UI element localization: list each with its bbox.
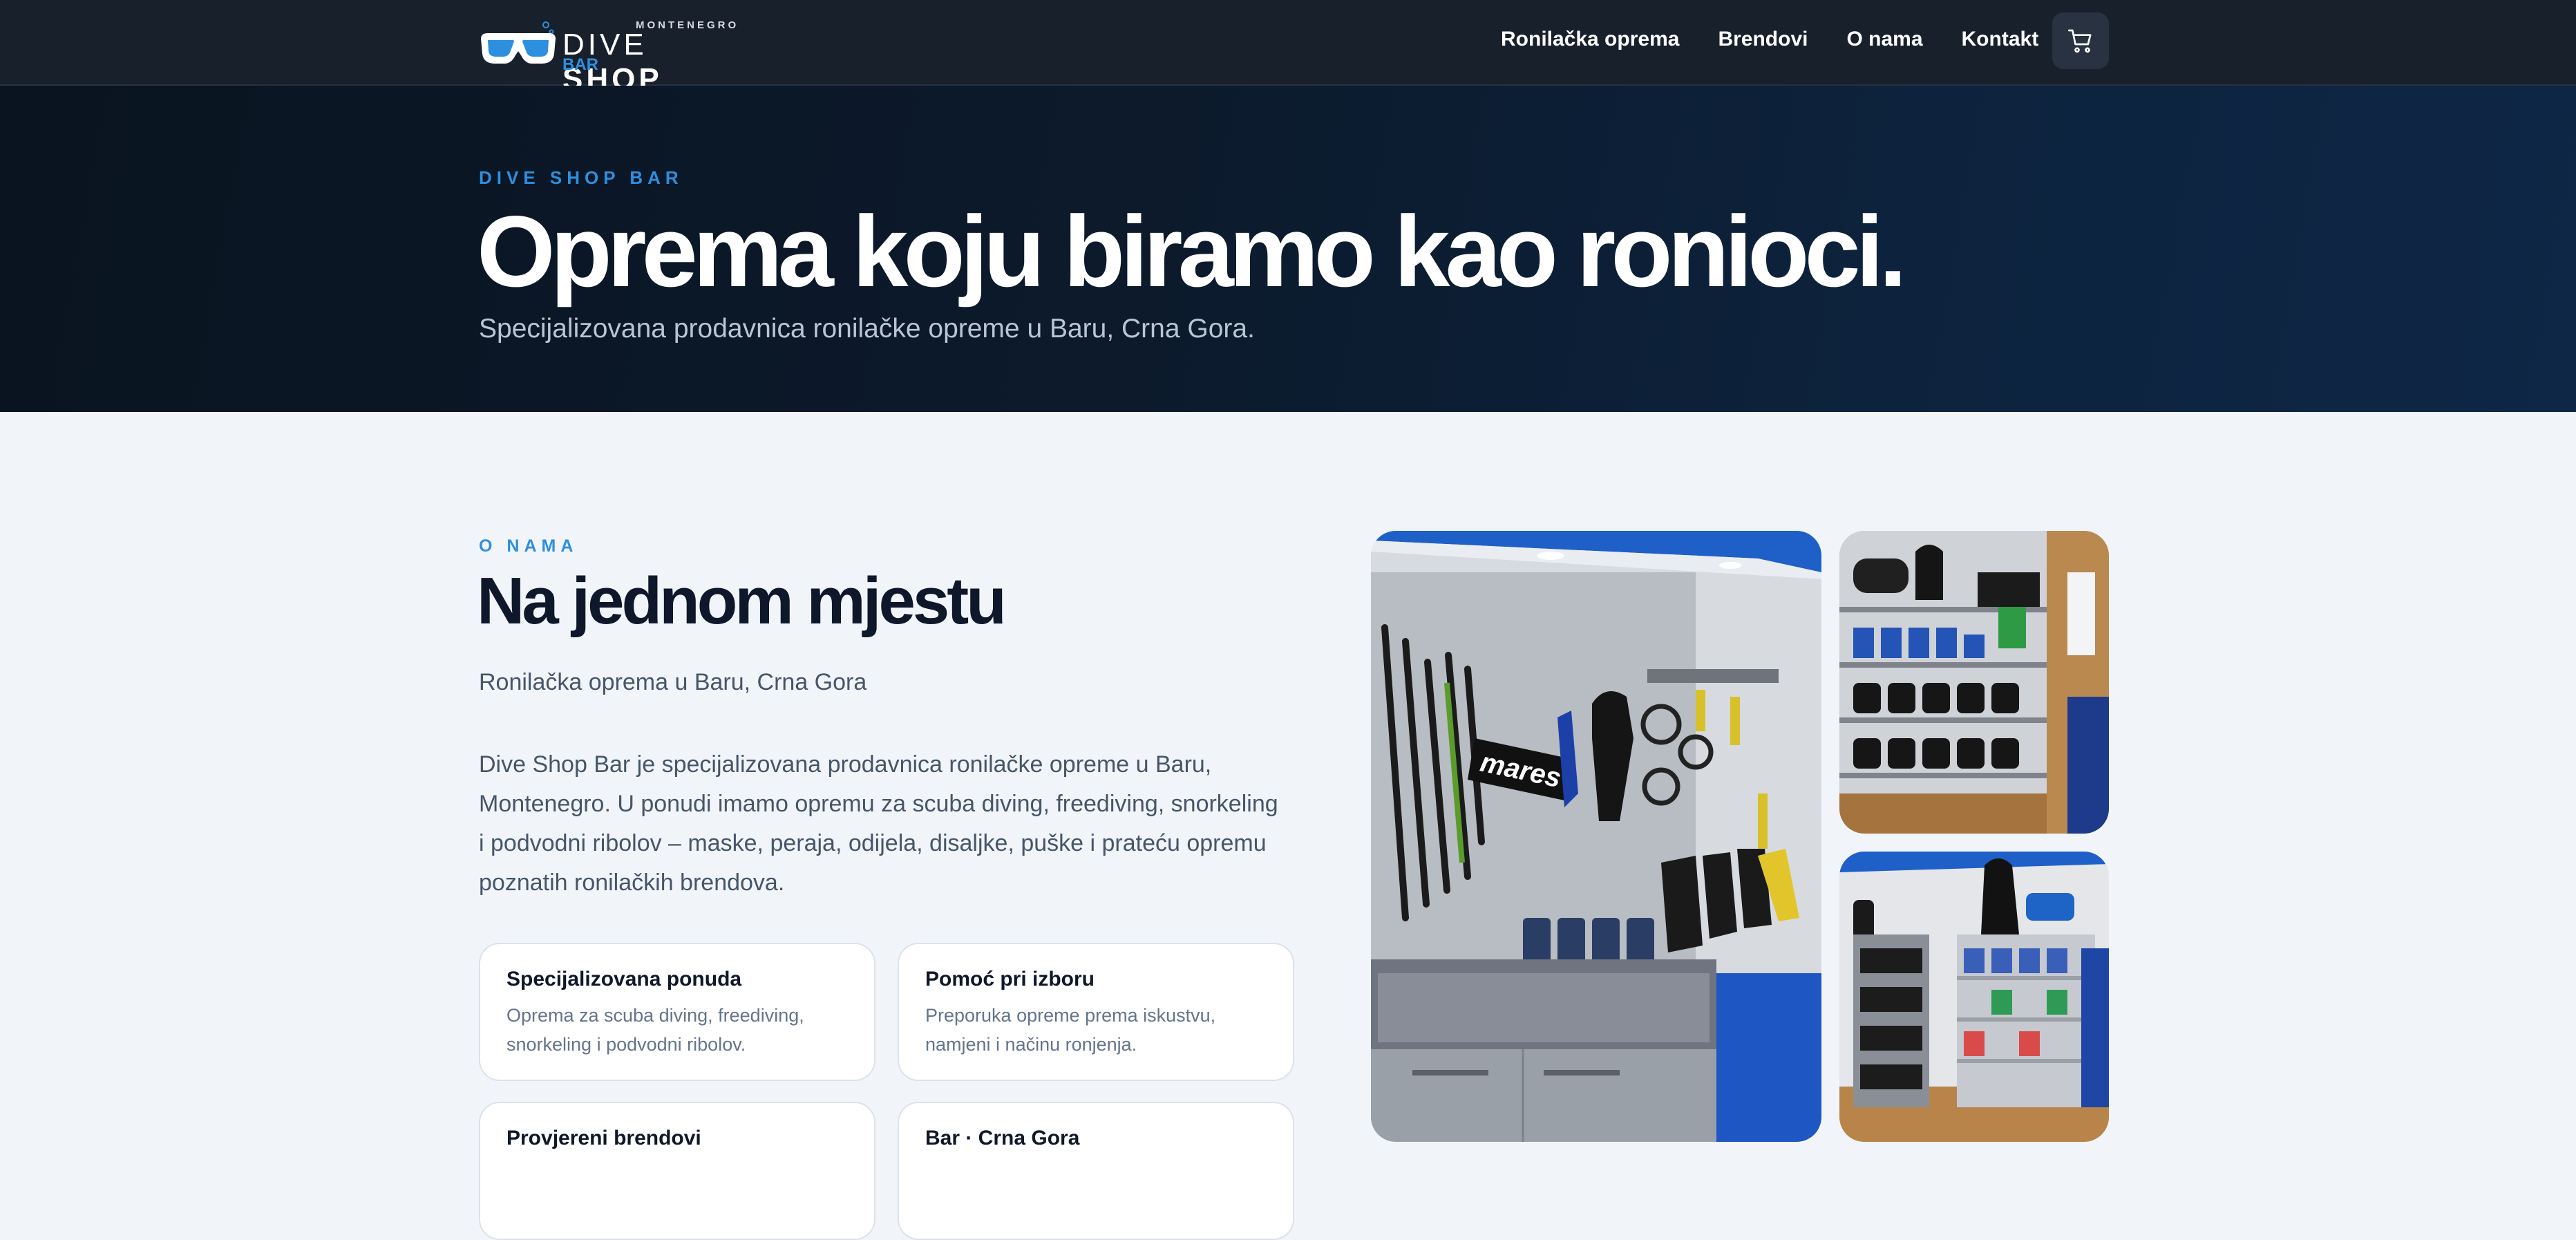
feature-card-desc: Oprema za scuba diving, freediving, snor…	[506, 1005, 804, 1055]
top-navbar: MONTENEGRO DIVE SHOP BAR Ronilačka oprem…	[0, 0, 2576, 96]
cart-button[interactable]	[2052, 12, 2109, 69]
shop-shelves-photo	[1839, 531, 2109, 834]
about-body: Dive Shop Bar je specijalizovana prodavn…	[479, 751, 1278, 896]
gallery-photo-main[interactable]: mares	[1371, 531, 1821, 1142]
feature-card-specijalizovana: Specijalizovana ponuda Oprema za scuba d…	[479, 943, 875, 1081]
gallery-photo-shelves[interactable]	[1839, 531, 2109, 834]
hero-eyebrow: DIVE SHOP BAR	[479, 167, 683, 188]
feature-card-title: Specijalizovana ponuda	[506, 968, 742, 990]
hero-subtitle: Specijalizovana prodavnica ronilačke opr…	[479, 314, 1255, 344]
about-eyebrow: O NAMA	[479, 536, 578, 556]
nav-link-brendovi[interactable]: Brendovi	[1718, 28, 1808, 55]
dive-mask-icon	[481, 21, 556, 64]
feature-card-lokacija: Bar · Crna Gora	[898, 1102, 1294, 1240]
feature-card-brendovi: Provjereni brendovi	[479, 1102, 875, 1240]
cart-icon	[2068, 29, 2092, 53]
feature-card-title: Bar · Crna Gora	[925, 1127, 1080, 1149]
gallery-photo-display[interactable]	[1839, 852, 2109, 1142]
feature-card-desc: Preporuka opreme prema iskustvu, namjeni…	[925, 1005, 1216, 1055]
nav-link-o-nama[interactable]: O nama	[1846, 28, 1922, 55]
main-menu: Ronilačka oprema Brendovi O nama Kontakt	[1501, 28, 2038, 55]
hero-title: Oprema koju biramo kao ronioci.	[477, 195, 1907, 308]
about-subtitle: Ronilačka oprema u Baru, Crna Gora	[479, 669, 867, 695]
nav-link-kontakt[interactable]: Kontakt	[1962, 28, 2039, 55]
hero-banner: DIVE SHOP BAR Oprema koju biramo kao ron…	[0, 86, 2576, 412]
shop-interior-wall-photo: mares	[1371, 531, 1821, 1142]
nav-link-ronilacka-oprema[interactable]: Ronilačka oprema	[1501, 28, 1679, 55]
feature-card-pomoc: Pomoć pri izboru Preporuka opreme prema …	[898, 943, 1294, 1081]
shop-display-photo	[1839, 852, 2109, 1142]
logo-sub: BAR	[562, 55, 598, 74]
about-title: Na jednom mjestu	[477, 564, 1007, 638]
feature-card-title: Pomoć pri izboru	[925, 968, 1095, 990]
feature-card-title: Provjereni brendovi	[506, 1127, 701, 1149]
logo[interactable]: MONTENEGRO DIVE SHOP BAR	[477, 12, 739, 96]
